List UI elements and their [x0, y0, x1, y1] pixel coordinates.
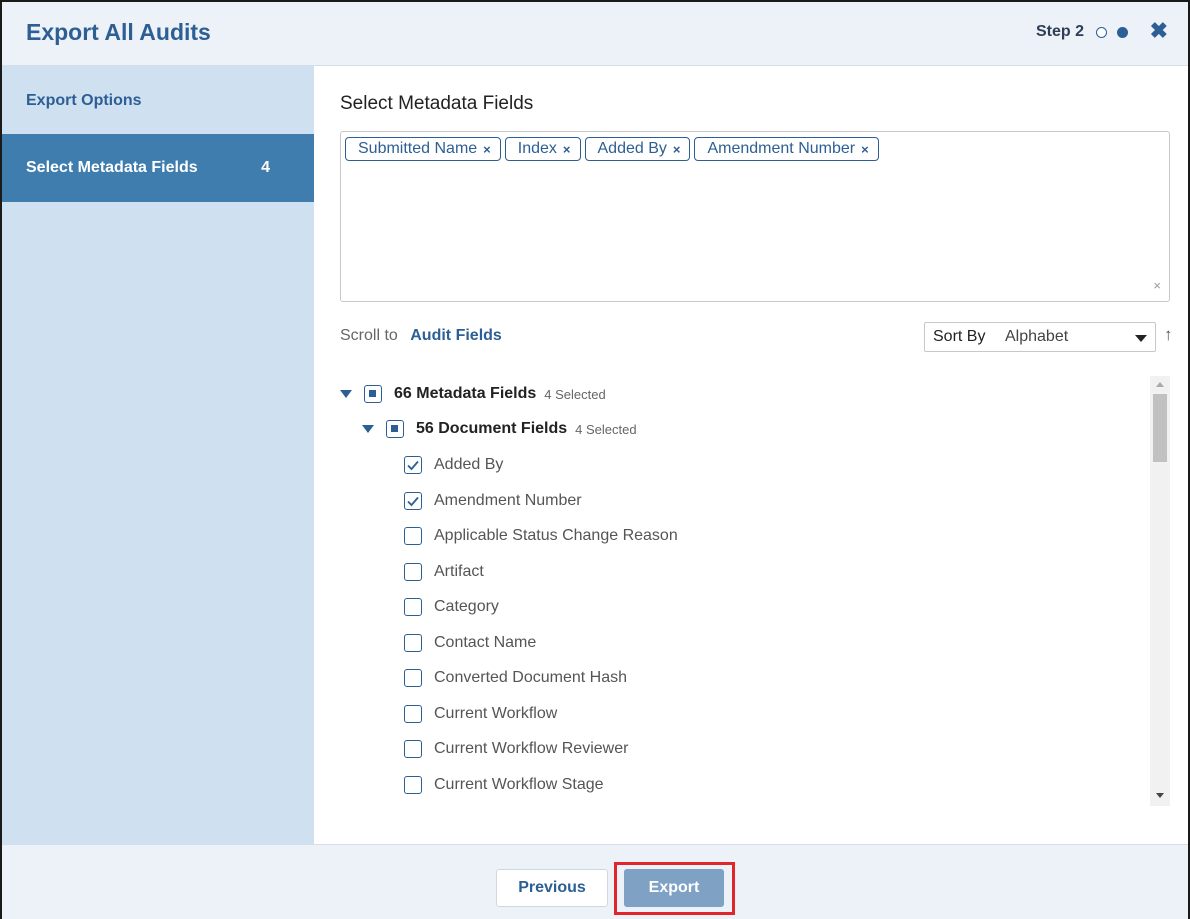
scrollbar-thumb[interactable] — [1153, 394, 1167, 462]
tree-root-label: 66 Metadata Fields — [394, 385, 537, 402]
field-label: Category — [434, 598, 499, 615]
unchecked-checkbox[interactable] — [404, 562, 422, 581]
checked-checkbox[interactable] — [404, 491, 422, 510]
close-icon[interactable]: ✖ — [1150, 20, 1168, 42]
tag-list: Submitted Name × Index × Added By × Amen… — [345, 137, 883, 161]
remove-tag-icon[interactable]: × — [483, 142, 491, 157]
field-label: Amendment Number — [434, 491, 582, 509]
field-row[interactable]: Current Workflow — [404, 701, 557, 727]
field-label: Applicable Status Change Reason — [434, 527, 678, 544]
unchecked-checkbox[interactable] — [404, 598, 422, 616]
clear-all-icon[interactable]: × — [1153, 278, 1161, 293]
tree-group-row[interactable]: 56 Document Fields 4 Selected — [362, 416, 637, 442]
tree-root-selected: 4 Selected — [544, 386, 606, 402]
tag-label: Index — [517, 140, 557, 157]
remove-tag-icon[interactable]: × — [673, 142, 681, 157]
checkmark-icon — [407, 496, 419, 506]
field-row[interactable]: Amendment Number — [404, 488, 582, 514]
tree-root-row[interactable]: 66 Metadata Fields 4 Selected — [340, 381, 606, 407]
root-checkbox[interactable] — [364, 385, 382, 403]
sort-by-select[interactable]: Sort By Alphabet — [924, 322, 1156, 352]
step-label: Step 2 — [1035, 23, 1084, 40]
caret-down-icon — [1135, 335, 1147, 342]
unchecked-checkbox[interactable] — [404, 669, 422, 687]
field-tree: 66 Metadata Fields 4 Selected 56 Documen… — [314, 374, 1174, 806]
sort-by-value: Alphabet — [1005, 328, 1069, 345]
tag-index: Index × — [504, 137, 581, 161]
remove-tag-icon[interactable]: × — [861, 142, 869, 157]
dialog-title: Export All Audits — [26, 19, 211, 45]
scroll-down-icon[interactable] — [1156, 793, 1164, 798]
sidebar-item-select-metadata-fields[interactable]: Select Metadata Fields 4 — [2, 134, 314, 202]
export-dialog: Export All Audits Step 2 ✖ Export Option… — [0, 0, 1190, 919]
field-label: Current Workflow Stage — [434, 775, 604, 793]
scroll-up-icon[interactable] — [1156, 382, 1164, 387]
tree-group-selected: 4 Selected — [575, 421, 637, 437]
unchecked-checkbox[interactable] — [404, 633, 422, 652]
field-label: Converted Document Hash — [434, 669, 627, 686]
field-row[interactable]: Current Workflow Stage — [404, 772, 604, 798]
unchecked-checkbox[interactable] — [404, 527, 422, 545]
field-label: Current Workflow Reviewer — [434, 740, 629, 757]
field-label: Contact Name — [434, 633, 537, 651]
tree-group-label: 56 Document Fields — [416, 420, 568, 437]
tag-label: Amendment Number — [707, 140, 856, 157]
unchecked-checkbox[interactable] — [404, 775, 422, 794]
field-row[interactable]: Artifact — [404, 559, 484, 585]
field-label: Artifact — [434, 562, 484, 580]
unchecked-checkbox[interactable] — [404, 740, 422, 758]
remove-tag-icon[interactable]: × — [563, 142, 571, 157]
audit-fields-link[interactable]: Audit Fields — [410, 327, 502, 344]
main-panel: Select Metadata Fields Submitted Name × … — [314, 66, 1188, 844]
sort-by-label: Sort By — [933, 328, 986, 345]
step-2-dot-icon — [1117, 26, 1128, 38]
checkmark-icon — [407, 460, 419, 471]
selected-fields-box[interactable]: Submitted Name × Index × Added By × Amen… — [340, 131, 1170, 302]
section-title: Select Metadata Fields — [340, 93, 534, 114]
dialog-footer: Previous Export — [2, 844, 1188, 919]
scroll-to-row: Scroll to Audit Fields — [340, 327, 502, 345]
sidebar-item-label: Export Options — [26, 92, 142, 109]
tag-label: Submitted Name — [358, 140, 478, 157]
dialog-header: Export All Audits Step 2 ✖ — [2, 2, 1188, 66]
sidebar-item-export-options[interactable]: Export Options — [2, 66, 314, 134]
step-indicator: Step 2 — [1036, 23, 1128, 41]
field-row[interactable]: Current Workflow Reviewer — [404, 736, 628, 762]
export-highlight-box — [614, 862, 735, 915]
unchecked-checkbox[interactable] — [404, 704, 422, 723]
tag-added-by: Added By × — [584, 137, 691, 161]
field-row[interactable]: Converted Document Hash — [404, 665, 627, 691]
tag-submitted-name: Submitted Name × — [345, 137, 501, 161]
sort-direction-icon[interactable]: ↑ — [1164, 325, 1173, 345]
field-row[interactable]: Added By — [404, 452, 503, 478]
previous-button[interactable]: Previous — [496, 869, 608, 907]
step-1-dot-icon — [1096, 26, 1107, 38]
expand-caret-icon[interactable] — [340, 390, 352, 398]
group-checkbox[interactable] — [386, 420, 404, 438]
selected-count-badge: 4 — [261, 159, 270, 176]
field-row[interactable]: Category — [404, 594, 499, 620]
expand-caret-icon[interactable] — [362, 425, 374, 433]
field-label: Current Workflow — [434, 704, 558, 722]
sidebar-item-label: Select Metadata Fields — [26, 159, 198, 176]
tree-scrollbar[interactable] — [1150, 376, 1170, 806]
tag-label: Added By — [597, 140, 667, 157]
field-row[interactable]: Contact Name — [404, 630, 536, 656]
field-label: Added By — [434, 456, 504, 473]
tag-amendment-number: Amendment Number × — [694, 137, 879, 161]
checked-checkbox[interactable] — [404, 456, 422, 474]
sidebar: Export Options Select Metadata Fields 4 — [2, 66, 314, 844]
field-row[interactable]: Applicable Status Change Reason — [404, 523, 678, 549]
scroll-to-label: Scroll to — [340, 327, 398, 344]
